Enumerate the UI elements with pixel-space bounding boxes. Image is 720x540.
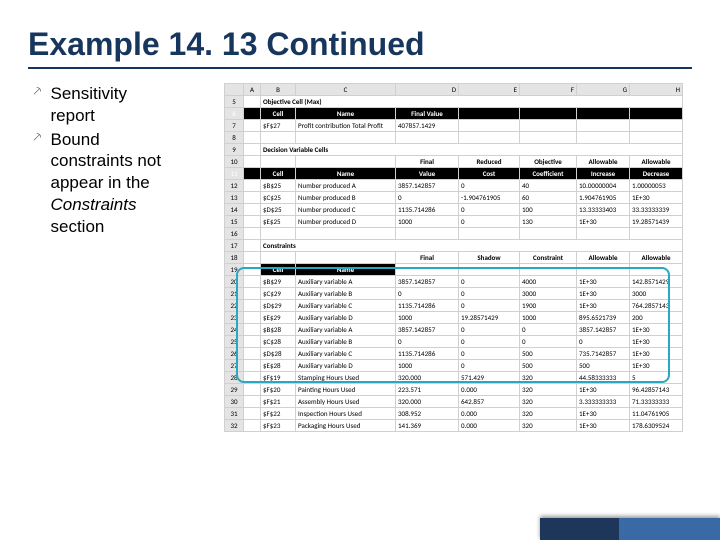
col-F: F xyxy=(520,84,577,96)
col-G: G xyxy=(577,84,630,96)
table-row: 22$D$29Auxiliary variable C1135.71428601… xyxy=(225,300,683,312)
spreadsheet: A B C D E F G H 5Objective Cell (Max) 6C… xyxy=(224,83,683,432)
table-row: 7$F$27Profit contribution Total Profit40… xyxy=(225,120,683,132)
table-row: 14$D$25Number produced C1135.71428601001… xyxy=(225,204,683,216)
table-row: 10FinalReducedObjectiveAllowableAllowabl… xyxy=(225,156,683,168)
table-row: 12$B$25Number produced A3857.14285704010… xyxy=(225,180,683,192)
table-row: 24$B$28Auxiliary variable A3857.14285700… xyxy=(225,324,683,336)
table-row: 15$E$25Number produced D100001301E+3019.… xyxy=(225,216,683,228)
table-row: 21$C$29Auxiliary variable B0030001E+3030… xyxy=(225,288,683,300)
section-label: Constraints xyxy=(261,240,683,252)
txt: report xyxy=(51,106,95,125)
bullet-marker-icon: ⸕ xyxy=(32,83,43,127)
table-row: 8 xyxy=(225,132,683,144)
table-row: 16 xyxy=(225,228,683,240)
table-row: 31$F$22Inspection Hours Used308.9520.000… xyxy=(225,408,683,420)
table-row: 23$E$29Auxiliary variable D100019.285714… xyxy=(225,312,683,324)
bullet-item: ⸕ Bound constraints not appear in the Co… xyxy=(28,129,214,238)
col-D: D xyxy=(396,84,459,96)
col-header-row: A B C D E F G H xyxy=(225,84,683,96)
txt-italic: Constraints xyxy=(51,195,137,214)
table-row: 6CellNameFinal Value xyxy=(225,108,683,120)
table-row: 27$E$28Auxiliary variable D100005005001E… xyxy=(225,360,683,372)
table-row: 25$C$28Auxiliary variable B00001E+30 xyxy=(225,336,683,348)
txt: section xyxy=(51,217,105,236)
bullet-text: Sensitivity report xyxy=(51,83,128,127)
txt: Sensitivity xyxy=(51,84,128,103)
table-row: 26$D$28Auxiliary variable C1135.71428605… xyxy=(225,348,683,360)
col-C: C xyxy=(296,84,396,96)
col-A: A xyxy=(244,84,261,96)
section-label: Decision Variable Cells xyxy=(261,144,683,156)
spreadsheet-wrap: A B C D E F G H 5Objective Cell (Max) 6C… xyxy=(224,83,683,432)
slide-accent-bar xyxy=(540,518,720,540)
corner xyxy=(225,84,244,96)
bullet-text: Bound constraints not appear in the Cons… xyxy=(51,129,162,238)
table-row: 30$F$21Assembly Hours Used320.000642.857… xyxy=(225,396,683,408)
content-row: ⸕ Sensitivity report ⸕ Bound constraints… xyxy=(28,83,692,432)
table-row: 29$F$20Painting Hours Used223.5710.00032… xyxy=(225,384,683,396)
slide: Example 14. 13 Continued ⸕ Sensitivity r… xyxy=(0,0,720,540)
table-row: 5Objective Cell (Max) xyxy=(225,96,683,108)
table-row: 13$C$25Number produced B0-1.904761905601… xyxy=(225,192,683,204)
table-row: 11CellNameValueCostCoefficientIncreaseDe… xyxy=(225,168,683,180)
col-E: E xyxy=(459,84,520,96)
table-row: 28$F$19Stamping Hours Used320.000571.429… xyxy=(225,372,683,384)
bullet-marker-icon: ⸕ xyxy=(32,129,43,238)
table-row: 20$B$29Auxiliary variable A3857.14285704… xyxy=(225,276,683,288)
table-row: 9Decision Variable Cells xyxy=(225,144,683,156)
txt: constraints not xyxy=(51,151,162,170)
table-row: 32$F$23Packaging Hours Used141.3690.0003… xyxy=(225,420,683,432)
bullet-item: ⸕ Sensitivity report xyxy=(28,83,214,127)
txt: Bound xyxy=(51,130,100,149)
title-rule xyxy=(28,67,692,69)
table-row: 18FinalShadowConstraintAllowableAllowabl… xyxy=(225,252,683,264)
col-H: H xyxy=(630,84,683,96)
slide-title: Example 14. 13 Continued xyxy=(28,26,692,63)
table-row: 19CellName xyxy=(225,264,683,276)
bullet-list: ⸕ Sensitivity report ⸕ Bound constraints… xyxy=(28,83,214,432)
table-row: 17Constraints xyxy=(225,240,683,252)
col-B: B xyxy=(261,84,296,96)
txt: appear in the xyxy=(51,173,150,192)
section-label: Objective Cell (Max) xyxy=(261,96,683,108)
